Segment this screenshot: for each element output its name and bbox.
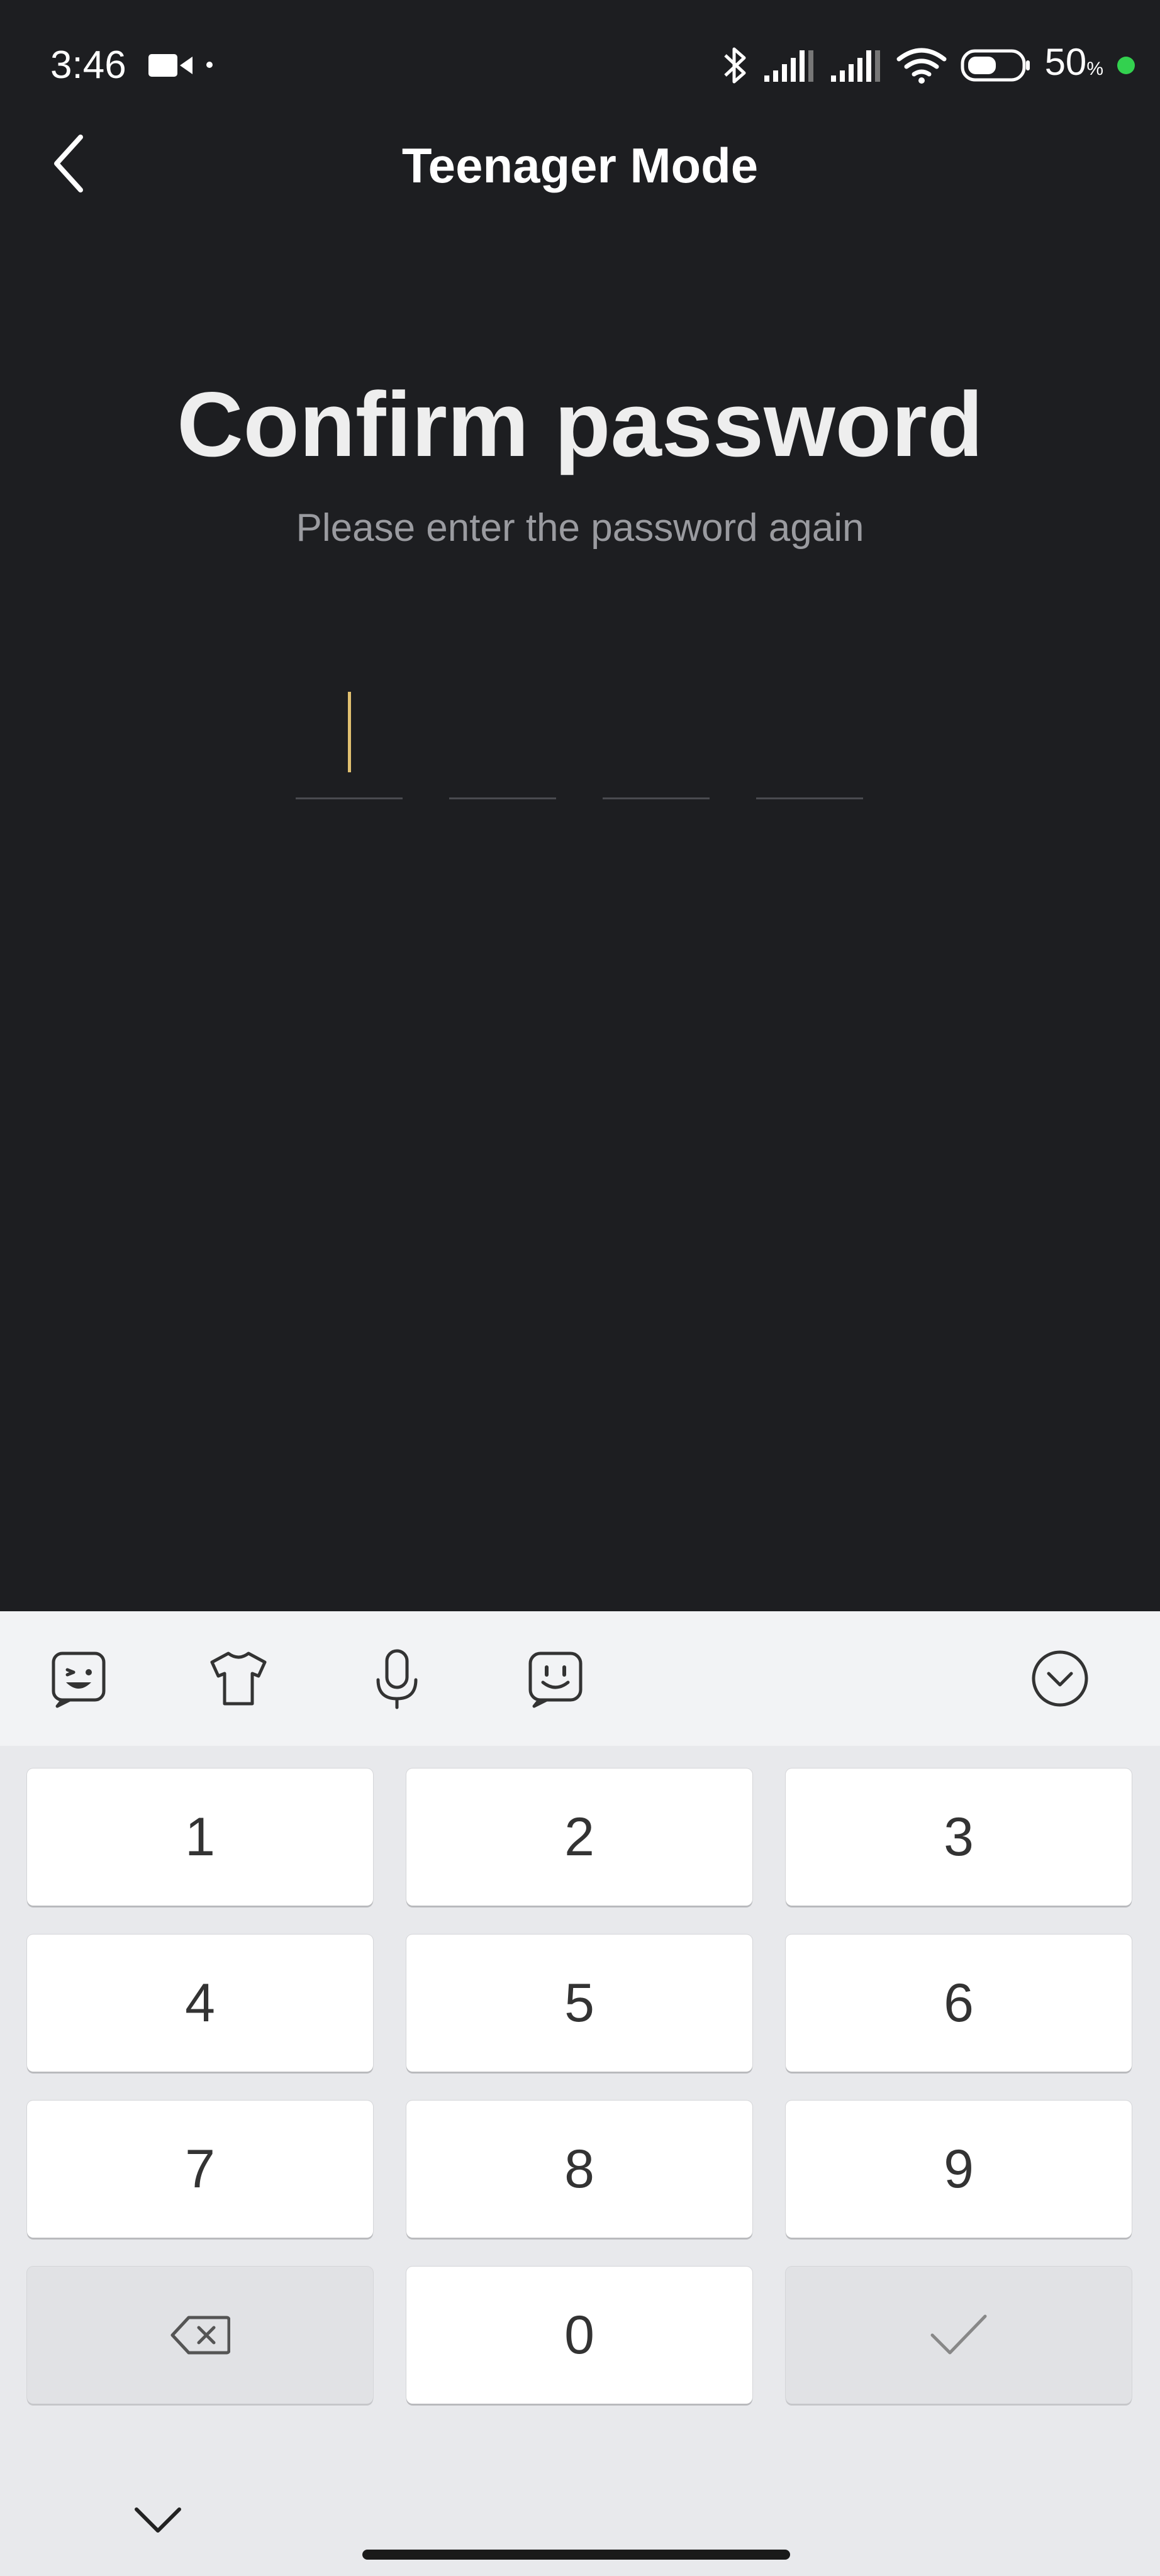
- status-bar: 3:46 50%: [0, 0, 1160, 132]
- screen: 3:46 50% Teenager Mode Confirm password …: [0, 0, 1160, 2576]
- chevron-down-icon: [135, 2507, 181, 2533]
- battery-value: 50: [1044, 40, 1087, 83]
- page-title: Teenager Mode: [401, 138, 759, 193]
- key-8[interactable]: 8: [406, 2101, 752, 2238]
- backspace-icon: [170, 2316, 230, 2355]
- key-1[interactable]: 1: [27, 1768, 373, 1906]
- key-5[interactable]: 5: [406, 1935, 752, 2072]
- hide-keyboard-button[interactable]: [1025, 1644, 1095, 1713]
- battery-percentage: 50%: [1045, 38, 1103, 93]
- emoji-icon: [52, 1652, 106, 1708]
- sticker-icon: [528, 1652, 583, 1708]
- battery-unit: %: [1086, 58, 1103, 79]
- voice-input-button[interactable]: [362, 1644, 432, 1713]
- sticker-button[interactable]: [521, 1644, 590, 1713]
- key-6[interactable]: 6: [786, 1935, 1132, 2072]
- pin-slot-3[interactable]: [603, 686, 710, 799]
- microphone-icon: [376, 1649, 418, 1709]
- charging-dot-icon: [1117, 57, 1135, 74]
- battery-icon: [961, 49, 1030, 82]
- emoji-button[interactable]: [44, 1644, 113, 1713]
- pin-slot-4[interactable]: [756, 686, 863, 799]
- key-4[interactable]: 4: [27, 1935, 373, 2072]
- notification-dot-icon: [206, 62, 213, 68]
- key-2[interactable]: 2: [406, 1768, 752, 1906]
- confirm-password-subtitle: Please enter the password again: [296, 506, 864, 550]
- numeric-keyboard: 1 2 3 4 5 6 7 8 9 0: [0, 1611, 1160, 2576]
- text-cursor: [348, 692, 351, 772]
- confirm-key[interactable]: [786, 2267, 1132, 2404]
- backspace-key[interactable]: [27, 2267, 373, 2404]
- signal-icon: [764, 50, 813, 82]
- video-camera-icon: [148, 54, 192, 77]
- key-9[interactable]: 9: [786, 2101, 1132, 2238]
- pin-slot-2[interactable]: [449, 686, 556, 799]
- collapse-circle-icon: [1032, 1650, 1088, 1707]
- confirm-password-heading: Confirm password: [177, 373, 983, 475]
- key-0[interactable]: 0: [406, 2267, 752, 2404]
- collapse-keyboard-button[interactable]: [123, 2492, 192, 2548]
- status-right: 50%: [722, 40, 1135, 91]
- home-indicator[interactable]: [362, 2550, 790, 2560]
- pin-slot-1[interactable]: [296, 686, 403, 799]
- key-7[interactable]: 7: [27, 2101, 373, 2238]
- checkmark-icon: [930, 2314, 987, 2355]
- skin-button[interactable]: [204, 1644, 273, 1713]
- signal-icon: [830, 50, 880, 82]
- key-3[interactable]: 3: [786, 1768, 1132, 1906]
- keyboard-toolbar: [0, 1611, 1160, 1746]
- header: Teenager Mode: [0, 113, 1160, 214]
- bluetooth-icon: [723, 47, 746, 84]
- shirt-icon: [210, 1652, 267, 1706]
- wifi-icon: [896, 48, 947, 84]
- status-time: 3:46: [50, 43, 126, 87]
- pin-input[interactable]: [296, 686, 864, 799]
